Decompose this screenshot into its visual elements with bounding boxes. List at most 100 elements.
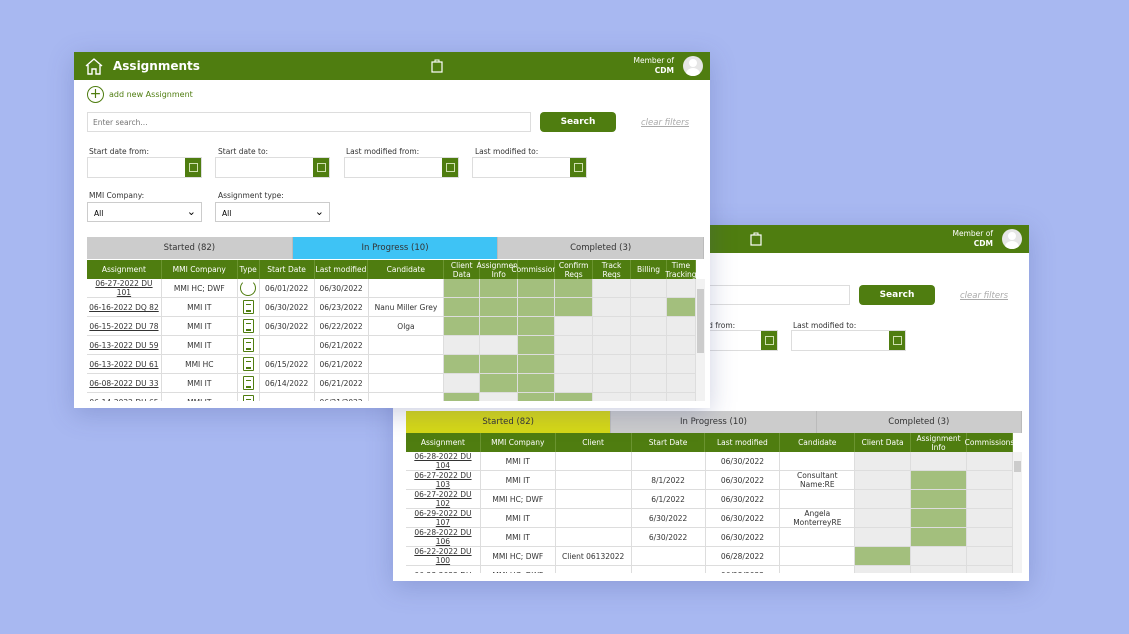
status-cell-complete[interactable] [480,298,519,317]
table-row[interactable]: 06-28-2022 DU 104 MMI IT 06/30/2022 [406,452,1013,471]
status-cell-pending[interactable] [855,452,912,471]
calendar-icon[interactable] [185,158,201,177]
column-header[interactable]: Type [237,260,260,279]
status-cell-pending[interactable] [480,393,519,401]
status-cell-complete[interactable] [555,393,594,401]
status-cell-pending[interactable] [911,566,968,573]
status-cell-pending[interactable] [967,509,1013,528]
column-header[interactable]: Start Date [631,433,706,452]
status-cell-pending[interactable] [593,336,632,355]
status-cell-pending[interactable] [593,374,632,393]
status-cell-complete[interactable] [911,471,968,490]
calendar-icon[interactable] [313,158,329,177]
mmi-company-select[interactable]: All ⌄ [87,202,202,222]
status-cell-pending[interactable] [631,355,668,374]
column-header[interactable]: Time Tracking [665,260,696,279]
column-header[interactable]: Billing [631,260,667,279]
column-header[interactable]: Confirm Reqs [555,260,594,279]
column-header[interactable]: Client Data [855,433,912,452]
status-cell-pending[interactable] [631,279,668,298]
assignment-link[interactable]: 06-13-2022 DU 61 [87,355,162,374]
status-cell-pending[interactable] [593,298,632,317]
status-cell-complete[interactable] [518,298,556,317]
column-header[interactable]: Client [555,433,632,452]
bag-icon[interactable] [750,231,762,246]
status-cell-complete[interactable] [444,298,481,317]
status-cell-pending[interactable] [967,566,1013,573]
status-cell-pending[interactable] [911,452,968,471]
search-button[interactable]: Search [540,112,616,132]
status-cell-pending[interactable] [967,547,1013,566]
column-header[interactable]: Assignment [406,433,481,452]
table-scrollbar[interactable] [696,279,705,401]
column-header[interactable]: Assignment [87,260,162,279]
status-cell-pending[interactable] [593,317,632,336]
status-cell-pending[interactable] [593,393,632,401]
clear-filters-link[interactable]: clear filters [641,118,689,128]
tab-in-progress[interactable]: In Progress (10) [611,411,817,433]
last-modified-from-field[interactable] [344,157,459,178]
tab-completed[interactable]: Completed (3) [498,237,705,259]
status-cell-complete[interactable] [444,279,481,298]
tab-started[interactable]: Started (82) [406,411,612,433]
status-cell-pending[interactable] [631,374,668,393]
avatar[interactable] [1002,229,1022,249]
status-cell-pending[interactable] [967,528,1013,547]
table-row[interactable]: 06-15-2022 DU 78 MMI IT 06/30/2022 06/22/20… [87,317,696,336]
assignment-link[interactable]: 06-16-2022 DQ 82 [87,298,162,317]
tab-completed[interactable]: Completed (3) [816,411,1022,433]
calendar-icon[interactable] [761,331,777,350]
assignment-link[interactable]: 06-28-2022 DU 104 [406,452,481,471]
status-cell-complete[interactable] [518,355,556,374]
status-cell-pending[interactable] [667,317,696,336]
column-header[interactable]: MMI Company [161,260,238,279]
status-cell-complete[interactable] [480,355,519,374]
status-cell-pending[interactable] [631,393,668,401]
status-cell-pending[interactable] [667,279,696,298]
home-icon[interactable] [84,57,104,75]
status-cell-pending[interactable] [855,471,912,490]
calendar-icon[interactable] [889,331,905,350]
table-row[interactable]: 06-08-2022 DU 33 MMI IT 06/14/2022 06/21/20… [87,374,696,393]
status-cell-pending[interactable] [667,355,696,374]
column-header[interactable]: Client Data [444,260,481,279]
status-cell-complete[interactable] [518,279,556,298]
status-cell-complete[interactable] [518,336,556,355]
status-cell-pending[interactable] [480,336,519,355]
status-cell-complete[interactable] [444,393,481,401]
assignment-link[interactable]: 06-08-2022 DU 33 [87,374,162,393]
table-row[interactable]: 06-14-2022 DU 65MMI IT 06/21/2022 [87,393,696,401]
status-cell-complete[interactable] [855,547,912,566]
start-date-to-field[interactable] [215,157,330,178]
status-cell-pending[interactable] [444,374,481,393]
status-cell-pending[interactable] [555,355,594,374]
column-header[interactable]: Last modified [705,433,781,452]
status-cell-complete[interactable] [480,374,519,393]
status-cell-pending[interactable] [555,374,594,393]
assignment-link[interactable]: 06-13-2022 DU 59 [87,336,162,355]
last-modified-to-field[interactable] [791,330,906,351]
avatar[interactable] [683,56,703,76]
table-row[interactable]: 06-28-2022 DU 106 MMI IT 6/30/2022 06/30/20… [406,528,1013,547]
status-cell-pending[interactable] [967,471,1013,490]
search-button[interactable]: Search [859,285,935,305]
assignment-link[interactable]: 06-14-2022 DU 65 [87,393,162,401]
table-row[interactable]: 06-29-2022 DU 107 MMI IT 6/30/2022 06/30/20… [406,509,1013,528]
calendar-icon[interactable] [442,158,458,177]
status-cell-pending[interactable] [593,279,632,298]
status-cell-complete[interactable] [444,317,481,336]
status-cell-complete[interactable] [480,279,519,298]
status-cell-complete[interactable] [911,509,968,528]
column-header[interactable]: Candidate [780,433,856,452]
calendar-icon[interactable] [570,158,586,177]
status-cell-pending[interactable] [444,336,481,355]
column-header[interactable]: Candidate [368,260,445,279]
assignment-link[interactable]: 06-28-2022 DU [406,566,481,573]
status-cell-complete[interactable] [444,355,481,374]
status-cell-pending[interactable] [855,509,912,528]
clear-filters-link[interactable]: clear filters [960,291,1008,301]
table-row[interactable]: 06-13-2022 DU 59 MMI IT 06/21/2022 [87,336,696,355]
status-cell-complete[interactable] [911,490,968,509]
status-cell-pending[interactable] [967,452,1013,471]
assignment-type-select[interactable]: All ⌄ [215,202,330,222]
